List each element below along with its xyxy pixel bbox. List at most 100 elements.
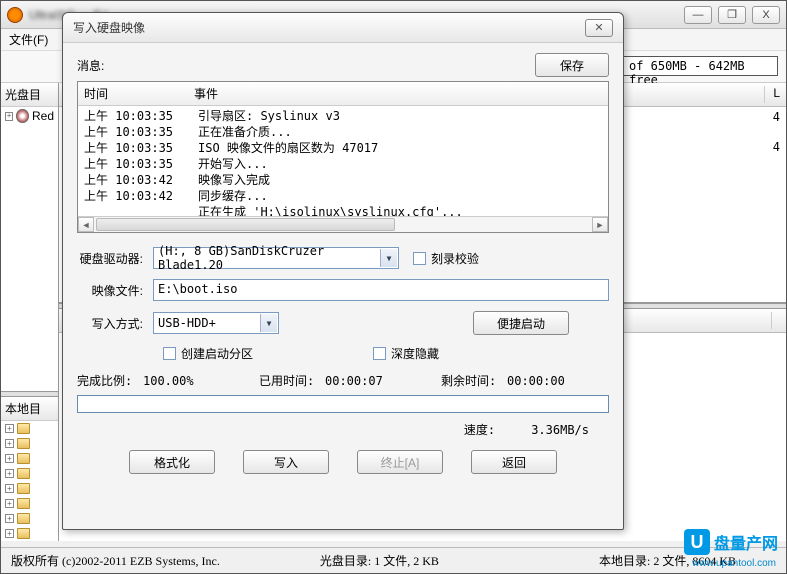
quick-boot-button[interactable]: 便捷启动	[473, 311, 569, 335]
expand-icon[interactable]: +	[5, 484, 14, 493]
tree-item[interactable]: +	[1, 496, 58, 511]
log-time: 上午 10:03:35	[84, 156, 198, 172]
save-button[interactable]: 保存	[535, 53, 609, 77]
statusbar: 版权所有 (c)2002-2011 EZB Systems, Inc. 光盘目录…	[1, 547, 786, 573]
checkbox-icon	[373, 347, 386, 360]
tree-item[interactable]: +	[1, 526, 58, 541]
remain-value: 00:00:00	[507, 374, 593, 388]
watermark: U 盘量产网	[684, 529, 778, 555]
tree-item[interactable]: +	[1, 451, 58, 466]
expand-icon[interactable]: +	[5, 439, 14, 448]
image-path-field[interactable]: E:\boot.iso	[153, 279, 609, 301]
log-col-time[interactable]: 时间	[84, 85, 194, 102]
app-icon	[7, 7, 23, 23]
scroll-left-icon[interactable]: ◄	[78, 217, 94, 232]
local-dir-header: 本地目	[1, 397, 58, 421]
log-row: 上午 10:03:35开始写入...	[78, 156, 608, 172]
abort-button: 终止[A]	[357, 450, 443, 474]
expand-icon[interactable]: +	[5, 424, 14, 433]
write-button[interactable]: 写入	[243, 450, 329, 474]
log-time: 上午 10:03:42	[84, 188, 198, 204]
watermark-url: www.upantool.com	[692, 558, 776, 569]
folder-icon	[17, 468, 30, 479]
log-event: 同步缓存...	[198, 188, 268, 204]
return-button[interactable]: 返回	[471, 450, 557, 474]
folder-icon	[17, 453, 30, 464]
log-event: 引导扇区: Syslinux v3	[198, 108, 340, 124]
folder-icon	[17, 483, 30, 494]
drive-combo[interactable]: (H:, 8 GB)SanDiskCruzer Blade1.20 ▼	[153, 247, 399, 269]
drive-label: 硬盘驱动器:	[77, 250, 153, 267]
minimize-button[interactable]: —	[684, 6, 712, 24]
expand-icon[interactable]: +	[5, 112, 13, 121]
col-l[interactable]: L	[773, 86, 780, 103]
pct-value: 100.00%	[143, 374, 229, 388]
chevron-down-icon[interactable]: ▼	[260, 314, 277, 332]
message-label: 消息:	[77, 57, 535, 74]
checkbox-icon	[163, 347, 176, 360]
log-event: 开始写入...	[198, 156, 268, 172]
image-label: 映像文件:	[77, 282, 153, 299]
expand-icon[interactable]: +	[5, 454, 14, 463]
deep-hide-label: 深度隐藏	[391, 345, 439, 362]
dialog-close-button[interactable]: ✕	[585, 19, 613, 37]
create-partition-label: 创建启动分区	[181, 345, 253, 362]
tree-item[interactable]: +	[1, 466, 58, 481]
log-time: 上午 10:03:42	[84, 172, 198, 188]
verify-checkbox[interactable]: 刻录校验	[413, 250, 479, 267]
tree-item[interactable]: +	[1, 436, 58, 451]
checkbox-icon	[413, 252, 426, 265]
elapsed-label: 已用时间:	[259, 372, 325, 389]
log-event: 映像写入完成	[198, 172, 270, 188]
log-time: 上午 10:03:35	[84, 108, 198, 124]
log-row: 上午 10:03:42同步缓存...	[78, 188, 608, 204]
tree-item[interactable]: +	[1, 511, 58, 526]
format-button[interactable]: 格式化	[129, 450, 215, 474]
folder-icon	[17, 423, 30, 434]
log-row: 上午 10:03:35正在准备介质...	[78, 124, 608, 140]
method-value: USB-HDD+	[158, 316, 216, 330]
log-box: 时间 事件 上午 10:03:35引导扇区: Syslinux v3上午 10:…	[77, 81, 609, 233]
scroll-thumb[interactable]	[96, 218, 395, 231]
tree-item[interactable]: +	[1, 481, 58, 496]
log-event: 正在准备介质...	[198, 124, 292, 140]
speed-value: 3.36MB/s	[531, 423, 589, 437]
log-time: 上午 10:03:35	[84, 140, 198, 156]
expand-icon[interactable]: +	[5, 514, 14, 523]
cd-dir-header: 光盘目	[1, 83, 58, 107]
expand-icon[interactable]: +	[5, 499, 14, 508]
menu-file[interactable]: 文件(F)	[9, 33, 48, 47]
remain-label: 剩余时间:	[441, 372, 507, 389]
elapsed-value: 00:00:07	[325, 374, 411, 388]
cd-dir-status: 光盘目录: 1 文件, 2 KB	[320, 552, 439, 569]
copyright: 版权所有 (c)2002-2011 EZB Systems, Inc.	[11, 552, 220, 569]
method-label: 写入方式:	[77, 315, 153, 332]
tree-label: Red	[32, 109, 54, 123]
log-row: 上午 10:03:35ISO 映像文件的扇区数为 47017	[78, 140, 608, 156]
drive-value: (H:, 8 GB)SanDiskCruzer Blade1.20	[158, 244, 394, 272]
write-disk-image-dialog: 写入硬盘映像 ✕ 消息: 保存 时间 事件 上午 10:03:35引导扇区: S…	[62, 12, 624, 530]
log-row: 上午 10:03:42映像写入完成	[78, 172, 608, 188]
chevron-down-icon[interactable]: ▼	[380, 249, 397, 267]
cd-icon	[16, 109, 29, 123]
h-scrollbar[interactable]: ◄ ►	[78, 216, 608, 232]
expand-icon[interactable]: +	[5, 469, 14, 478]
dialog-titlebar[interactable]: 写入硬盘映像 ✕	[63, 13, 623, 43]
watermark-text: 盘量产网	[714, 530, 778, 554]
verify-label: 刻录校验	[431, 250, 479, 267]
method-combo[interactable]: USB-HDD+ ▼	[153, 312, 279, 334]
expand-icon[interactable]: +	[5, 529, 14, 538]
folder-icon	[17, 513, 30, 524]
tree-item[interactable]: +	[1, 421, 58, 436]
free-space-indicator: of 650MB - 642MB free	[618, 56, 778, 76]
log-row: 上午 10:03:35引导扇区: Syslinux v3	[78, 108, 608, 124]
deep-hide-checkbox[interactable]: 深度隐藏	[373, 345, 439, 362]
progress-bar	[77, 395, 609, 413]
scroll-right-icon[interactable]: ►	[592, 217, 608, 232]
pct-label: 完成比例:	[77, 372, 143, 389]
log-col-event[interactable]: 事件	[194, 85, 218, 102]
close-button[interactable]: X	[752, 6, 780, 24]
create-partition-checkbox[interactable]: 创建启动分区	[163, 345, 253, 362]
tree-item[interactable]: + Red	[1, 107, 58, 125]
maximize-button[interactable]: ❐	[718, 6, 746, 24]
